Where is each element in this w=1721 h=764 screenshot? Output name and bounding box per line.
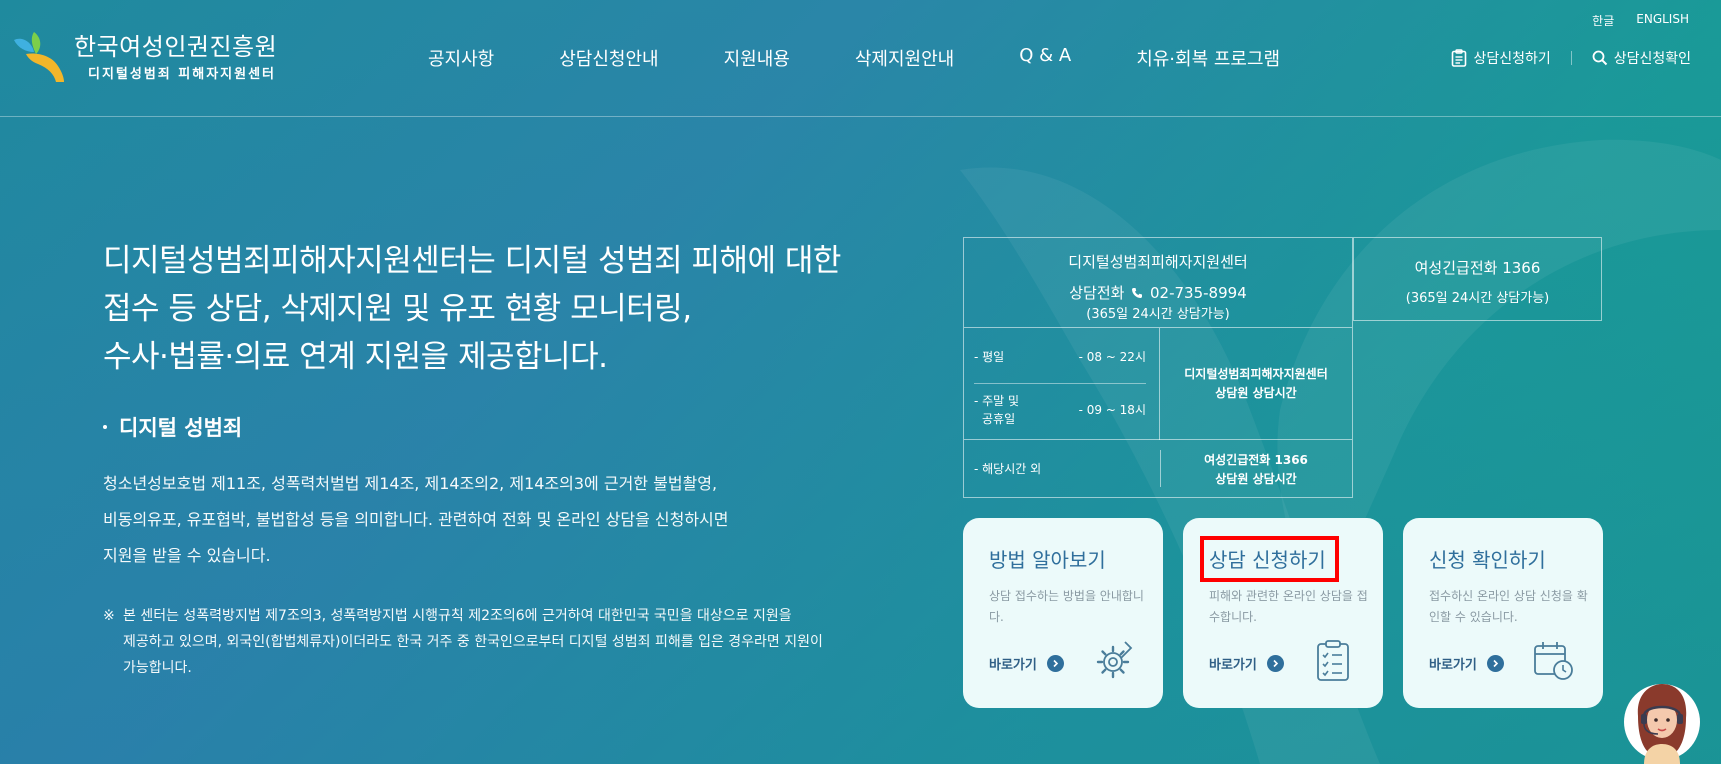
arrow-right-icon [1046, 655, 1064, 672]
off-hours-staff: 여성긴급전화 1366 상담원 상담시간 [1160, 451, 1352, 489]
off-staff-line-2: 상담원 상담시간 [1215, 472, 1297, 486]
phone-line: 상담전화 02-735-8994 [964, 282, 1352, 303]
card-go-label: 바로가기 [989, 658, 1037, 673]
card-apply[interactable]: 상담 신청하기 피해와 관련한 온라인 상담을 접수합니다. 바로가기 [1183, 518, 1383, 708]
card-check[interactable]: 신청 확인하기 접수하신 온라인 상담 신청을 확인할 수 있습니다. 바로가기 [1403, 518, 1603, 708]
util-separator [1570, 51, 1572, 65]
hotline-hours: (365일 24시간 상담가능) [1405, 291, 1550, 306]
util-apply-label: 상담신청하기 [1473, 51, 1551, 67]
off-hours-label: - 해당시간 외 [974, 462, 1042, 476]
center-staff-hours: 디지털성범죄피해자지원센터 상담원 상담시간 [1160, 328, 1352, 440]
card-go-label: 바로가기 [1209, 658, 1257, 673]
card-title: 방법 알아보기 [989, 548, 1106, 572]
nav-deletion-guide[interactable]: 삭제지원안내 [855, 45, 954, 71]
hotline-title: 여성긴급전화 1366 [1414, 259, 1541, 277]
weekend-row: - 주말 및 공휴일 - 09 ~ 18시 [974, 392, 1146, 428]
card-go-link[interactable]: 바로가기 [989, 654, 1064, 673]
weekend-label: - 주말 및 공휴일 [974, 392, 1019, 428]
nav-support[interactable]: 지원내용 [724, 45, 790, 71]
note-line-3: 가능합니다. [123, 660, 192, 676]
util-check-label: 상담신청확인 [1613, 51, 1691, 67]
card-title: 신청 확인하기 [1429, 548, 1546, 572]
intro-line-3: 수사·법률·의료 연계 지원을 제공합니다. [103, 339, 608, 375]
counselor-avatar-icon[interactable] [1624, 676, 1700, 764]
desc-line-3: 지원을 받을 수 있습니다. [103, 546, 271, 565]
calendar-clock-icon [1534, 642, 1573, 680]
weekend-label-line-1: - 주말 및 [974, 394, 1020, 408]
logo-subtitle: 디지털성범죄 피해자지원센터 [88, 67, 277, 82]
center-staff-line-2: 상담원 상담시간 [1215, 386, 1297, 400]
weekend-label-line-2: 공휴일 [982, 412, 1016, 426]
desc-line-1: 청소년성보호법 제11조, 성폭력처벌법 제14조, 제14조의2, 제14조의… [103, 474, 718, 493]
site-logo[interactable]: 한국여성인권진흥원 디지털성범죄 피해자지원센터 [12, 32, 277, 82]
center-phone-block: 디지털성범죄피해자지원센터 상담전화 02-735-8994 (365일 24시… [964, 238, 1352, 328]
hours-schedule: - 평일 - 08 ~ 22시 - 주말 및 공휴일 - 09 ~ 18시 [964, 328, 1160, 440]
nav-healing-program[interactable]: 치유·회복 프로그램 [1136, 45, 1280, 71]
lang-english-link[interactable]: ENGLISH [1636, 12, 1689, 29]
center-staff-line-1: 디지털성범죄피해자지원센터 [1184, 367, 1328, 381]
off-hours-block: - 해당시간 외 여성긴급전화 1366 상담원 상담시간 [964, 440, 1352, 497]
arrow-right-icon [1486, 655, 1504, 672]
logo-mark-icon [14, 32, 64, 82]
section-description: 청소년성보호법 제11조, 성폭력처벌법 제14조, 제14조의2, 제14조의… [103, 466, 803, 574]
note-mark: ※ [103, 608, 115, 624]
util-check-link[interactable]: 상담신청확인 [1592, 48, 1691, 68]
nav-qna[interactable]: Q & A [1019, 45, 1071, 71]
logo-title: 한국여성인권진흥원 [74, 33, 278, 61]
nav-notice[interactable]: 공지사항 [428, 45, 494, 71]
lang-korean-link[interactable]: 한글 [1592, 12, 1614, 29]
hours-divider [974, 383, 1146, 384]
eligibility-note: ※ 본 센터는 성폭력방지법 제7조의3, 성폭력방지법 시행규칙 제2조의6에… [103, 603, 883, 681]
hours-block: - 평일 - 08 ~ 22시 - 주말 및 공휴일 - 09 ~ 18시 디지… [964, 328, 1352, 440]
checklist-icon [1317, 640, 1349, 681]
phone-number[interactable]: 02-735-8994 [1150, 284, 1247, 302]
intro-line-1: 디지털성범죄피해자지원센터는 디지털 성범죄 피해에 대한 [103, 243, 841, 279]
note-line-1: 본 센터는 성폭력방지법 제7조의3, 성폭력방지법 시행규칙 제2조의6에 근… [123, 608, 792, 624]
card-go-link[interactable]: 바로가기 [1429, 654, 1504, 673]
card-description: 접수하신 온라인 상담 신청을 확인할 수 있습니다. [1429, 589, 1588, 624]
section-title-text: 디지털 성범죄 [119, 416, 243, 440]
bullet-dot [103, 425, 107, 429]
arrow-right-icon [1266, 655, 1284, 672]
note-line-2: 제공하고 있으며, 외국인(합법체류자)이더라도 한국 거주 중 한국인으로부터… [123, 634, 823, 650]
card-go-label: 바로가기 [1429, 658, 1477, 673]
intro-heading: 디지털성범죄피해자지원센터는 디지털 성범죄 피해에 대한 접수 등 상담, 삭… [103, 237, 903, 381]
intro-line-2: 접수 등 상담, 삭제지원 및 유포 현황 모니터링, [103, 291, 692, 327]
phone-icon [1132, 288, 1143, 298]
gear-icon [1096, 641, 1133, 679]
center-contact-box: 디지털성범죄피해자지원센터 상담전화 02-735-8994 (365일 24시… [963, 237, 1353, 498]
emergency-hotline-box: 여성긴급전화 1366 (365일 24시간 상담가능) [1353, 237, 1602, 321]
card-how-to[interactable]: 방법 알아보기 상담 접수하는 방법을 안내합니다. 바로가기 [963, 518, 1163, 708]
card-description: 피해와 관련한 온라인 상담을 접수합니다. [1209, 589, 1368, 624]
phone-label: 상담전화 [1069, 284, 1125, 302]
card-go-link[interactable]: 바로가기 [1209, 654, 1284, 673]
off-staff-line-1: 여성긴급전화 1366 [1204, 453, 1308, 467]
weekday-time: - 08 ~ 22시 [1078, 350, 1146, 364]
site-header: 한국여성인권진흥원 디지털성범죄 피해자지원센터 한글 ENGLISH 공지사항… [0, 0, 1721, 117]
clipboard-icon [1452, 49, 1467, 67]
utility-links: 상담신청하기 상담신청확인 [1451, 48, 1691, 68]
main-nav: 공지사항 상담신청안내 지원내용 삭제지원안내 Q & A 치유·회복 프로그램 [428, 45, 1280, 71]
nav-counsel-guide[interactable]: 상담신청안내 [559, 45, 658, 71]
search-icon [1592, 50, 1607, 66]
section-title: 디지털 성범죄 [103, 412, 242, 442]
desc-line-2: 비동의유포, 유포협박, 불법합성 등을 의미합니다. 관련하여 전화 및 온라… [103, 510, 729, 529]
weekend-time: - 09 ~ 18시 [1078, 403, 1146, 417]
language-selector: 한글 ENGLISH [1592, 12, 1689, 29]
center-name: 디지털성범죄피해자지원센터 [1068, 253, 1248, 271]
phone-hours: (365일 24시간 상담가능) [1086, 307, 1230, 322]
weekday-label: - 평일 [974, 350, 1005, 364]
card-title: 상담 신청하기 [1209, 548, 1326, 572]
card-description: 상담 접수하는 방법을 안내합니다. [989, 589, 1144, 624]
util-apply-link[interactable]: 상담신청하기 [1451, 48, 1551, 68]
